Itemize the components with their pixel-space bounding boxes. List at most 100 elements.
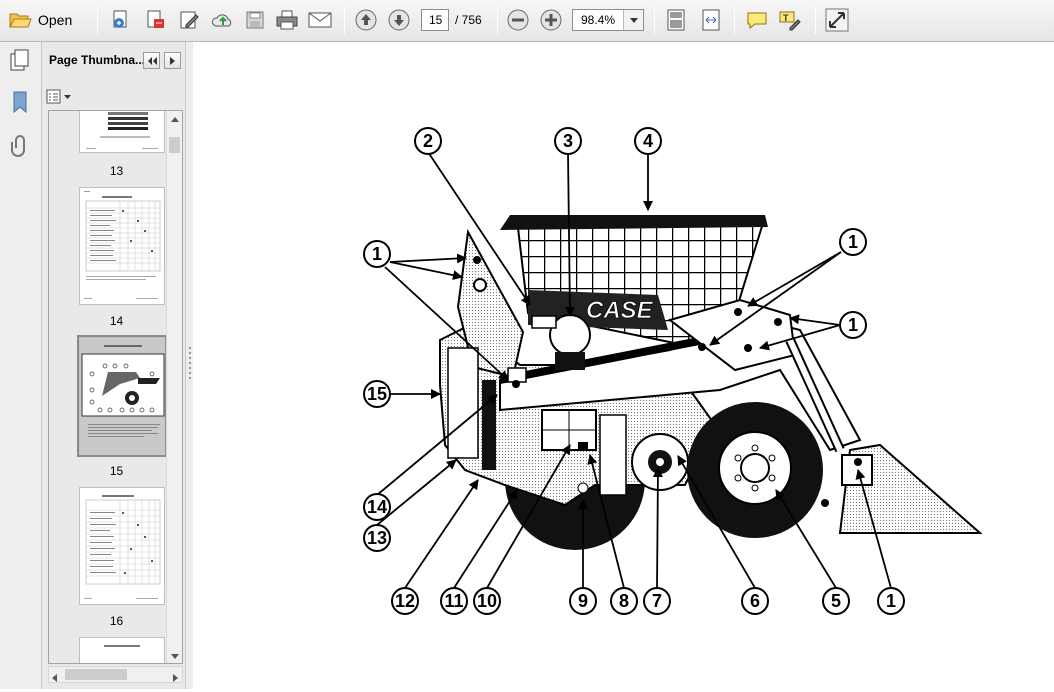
zoom-out-button[interactable] xyxy=(505,6,531,34)
comment-icon xyxy=(747,12,767,30)
print-button[interactable] xyxy=(273,6,301,34)
callout: 8 xyxy=(610,587,638,615)
thumbnail-list[interactable]: 13 14 15 16 xyxy=(48,110,183,664)
svg-text:6: 6 xyxy=(750,591,760,611)
callout: 15 xyxy=(363,380,391,408)
bookmarks-rail-button[interactable] xyxy=(8,90,32,114)
filter xyxy=(578,442,588,450)
collapse-panel-button[interactable] xyxy=(143,52,160,69)
thumbnail-label: 14 xyxy=(109,314,124,328)
callout: 1 xyxy=(839,311,867,339)
thumbnail-options-button[interactable] xyxy=(46,88,74,106)
thumbnails-panel-header: Page Thumbna... xyxy=(42,42,193,80)
page-number-input[interactable]: 15 xyxy=(421,9,449,31)
page-16-preview xyxy=(84,495,161,599)
callout: 4 xyxy=(634,127,662,155)
svg-text:14: 14 xyxy=(367,497,387,517)
export-pdf-icon xyxy=(147,10,164,28)
panel-title: Page Thumbna... xyxy=(49,53,144,67)
callout: 1 xyxy=(877,587,905,615)
options-menu-icon xyxy=(46,89,71,104)
next-page-button[interactable] xyxy=(386,6,412,34)
comment-button[interactable] xyxy=(743,6,771,34)
thumbnail-label: 16 xyxy=(109,614,124,628)
thumbnail-page-15[interactable] xyxy=(77,335,167,457)
page-13-preview xyxy=(86,112,158,149)
drain-plug xyxy=(577,482,589,494)
save-button[interactable] xyxy=(243,6,267,34)
print-icon xyxy=(276,10,298,30)
upload-icon xyxy=(212,14,232,27)
page-total-label: / 756 xyxy=(455,13,482,27)
save-icon xyxy=(246,11,264,29)
page-17-preview xyxy=(104,645,140,647)
callout: 10 xyxy=(473,587,501,615)
svg-text:4: 4 xyxy=(643,131,653,151)
callout: 12 xyxy=(391,587,419,615)
fit-page-button[interactable] xyxy=(662,6,690,34)
thumbnail-page-14[interactable] xyxy=(79,187,165,305)
export-pdf-button[interactable] xyxy=(142,6,168,34)
open-label: Open xyxy=(38,12,73,28)
thumbnail-page-16[interactable] xyxy=(79,487,165,605)
panel-splitter[interactable] xyxy=(185,42,193,689)
chevron-down-icon[interactable] xyxy=(623,10,643,30)
zoom-in-button[interactable] xyxy=(538,6,564,34)
callout: 3 xyxy=(554,127,582,155)
callout: 5 xyxy=(822,587,850,615)
email-button[interactable] xyxy=(306,6,334,34)
thumbnail-page-17[interactable] xyxy=(79,637,165,663)
fit-width-button[interactable] xyxy=(697,6,725,34)
svg-text:10: 10 xyxy=(477,591,497,611)
document-view[interactable]: CASE 1 2 3 4 1 1 1 15 14 13 12 11 10 9 8… xyxy=(194,42,1054,689)
thumbnail-label: 13 xyxy=(109,164,124,178)
svg-text:12: 12 xyxy=(395,591,415,611)
front-wheel xyxy=(687,402,823,538)
thumbnail-horizontal-scrollbar[interactable] xyxy=(48,666,183,683)
upload-button[interactable] xyxy=(209,6,237,34)
scroll-left-icon[interactable] xyxy=(52,671,57,685)
edit-icon xyxy=(180,11,199,29)
callout: 11 xyxy=(440,587,468,615)
expand-panel-button[interactable] xyxy=(164,52,181,69)
skid-steer-diagram: CASE 1 2 3 4 1 1 1 15 14 13 12 11 10 9 8… xyxy=(363,127,983,615)
attachments-rail-button[interactable] xyxy=(8,134,32,158)
thumbnail-page-13[interactable] xyxy=(79,111,165,153)
svg-text:15: 15 xyxy=(367,384,387,404)
callout: 2 xyxy=(414,127,442,155)
next-page-icon xyxy=(388,9,410,31)
callout: 9 xyxy=(569,587,597,615)
previous-page-button[interactable] xyxy=(353,6,379,34)
folder-open-icon xyxy=(9,13,32,28)
zoom-select[interactable]: 98.4% xyxy=(572,9,644,31)
scrollbar-thumb[interactable] xyxy=(65,669,127,680)
scroll-up-icon[interactable] xyxy=(167,111,182,127)
callout: 6 xyxy=(741,587,769,615)
svg-text:3: 3 xyxy=(563,131,573,151)
engine-block xyxy=(555,352,585,370)
pages-rail-button[interactable] xyxy=(8,48,32,72)
fuel-cap xyxy=(507,367,527,383)
thumbnails-panel: Page Thumbna... 13 14 15 16 xyxy=(42,42,193,689)
callout: 1 xyxy=(363,240,391,268)
bookmark-icon xyxy=(13,91,27,114)
svg-text:T: T xyxy=(783,13,789,23)
create-pdf-button[interactable] xyxy=(108,6,134,34)
scroll-right-icon[interactable] xyxy=(173,671,178,685)
svg-text:1: 1 xyxy=(372,244,382,264)
svg-text:1: 1 xyxy=(848,232,858,252)
svg-text:11: 11 xyxy=(444,591,463,611)
scrollbar-thumb[interactable] xyxy=(169,137,180,153)
brand-text: CASE xyxy=(586,297,654,324)
highlight-icon: T xyxy=(779,11,801,31)
double-chevron-left-icon xyxy=(147,56,157,65)
thumbnail-vertical-scrollbar[interactable] xyxy=(166,111,182,663)
fullscreen-button[interactable] xyxy=(823,6,851,34)
navigation-rail xyxy=(0,42,42,689)
open-button[interactable]: Open xyxy=(8,6,84,34)
edit-button[interactable] xyxy=(176,6,202,34)
highlight-button[interactable]: T xyxy=(776,6,804,34)
zoom-value: 98.4% xyxy=(581,13,616,27)
scroll-down-icon[interactable] xyxy=(167,648,182,663)
svg-text:1: 1 xyxy=(848,315,858,335)
